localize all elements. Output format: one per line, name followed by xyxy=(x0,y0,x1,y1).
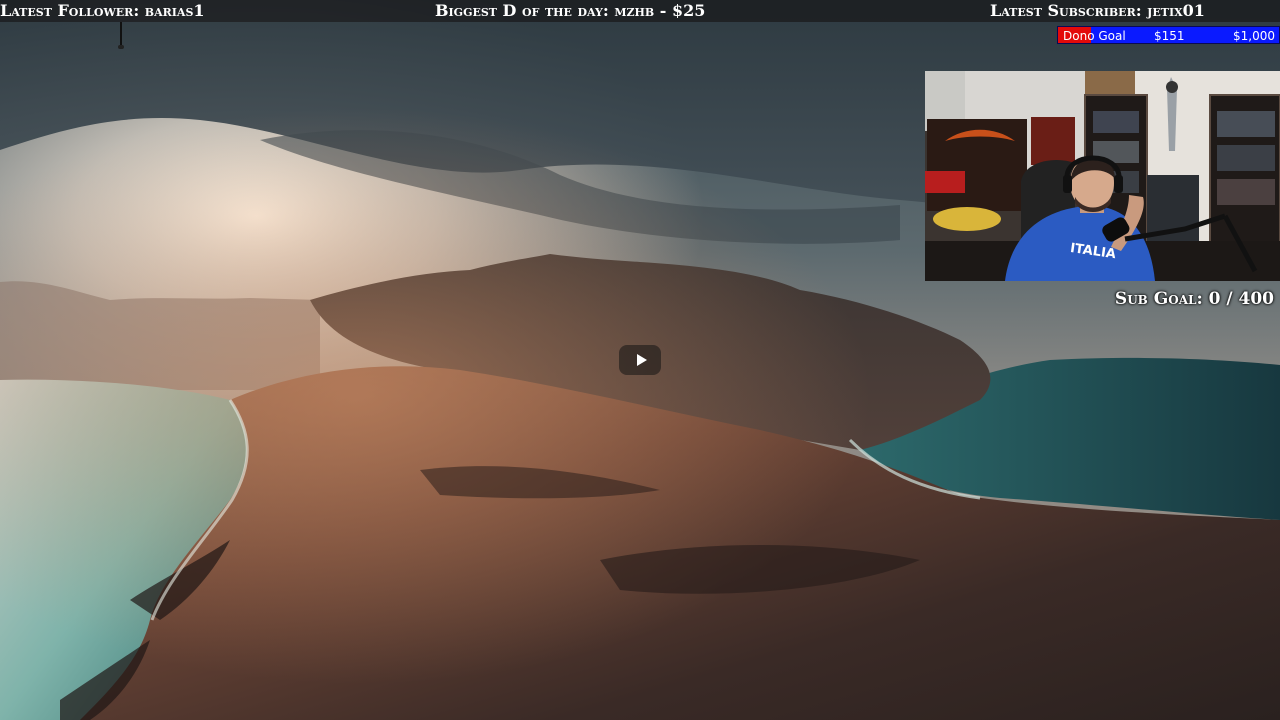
latest-follower-label: Latest Follower: barias1 xyxy=(0,1,205,20)
donation-goal-current: $151 xyxy=(1154,29,1185,43)
donation-goal-title: Dono Goal xyxy=(1063,29,1126,43)
play-button[interactable] xyxy=(619,345,661,375)
webcam-feed: ITALIA xyxy=(925,71,1280,281)
hanging-cord-end xyxy=(118,45,124,49)
top-ticker-bar: Latest Follower: barias1 Biggest D of th… xyxy=(0,0,1280,22)
sub-goal-label: Sub Goal: 0 / 400 xyxy=(1114,289,1274,309)
donation-goal-target: $1,000 xyxy=(1233,29,1275,43)
biggest-donation-label: Biggest D of the day: mzhb - $25 xyxy=(435,1,706,20)
play-icon xyxy=(636,354,647,366)
latest-subscriber-label: Latest Subscriber: jetix01 xyxy=(990,1,1205,20)
webcam-scene: ITALIA xyxy=(925,71,1280,281)
stream-overlay: Latest Follower: barias1 Biggest D of th… xyxy=(0,0,1280,720)
donation-goal-bar: Dono Goal $151 $1,000 xyxy=(1057,26,1280,44)
